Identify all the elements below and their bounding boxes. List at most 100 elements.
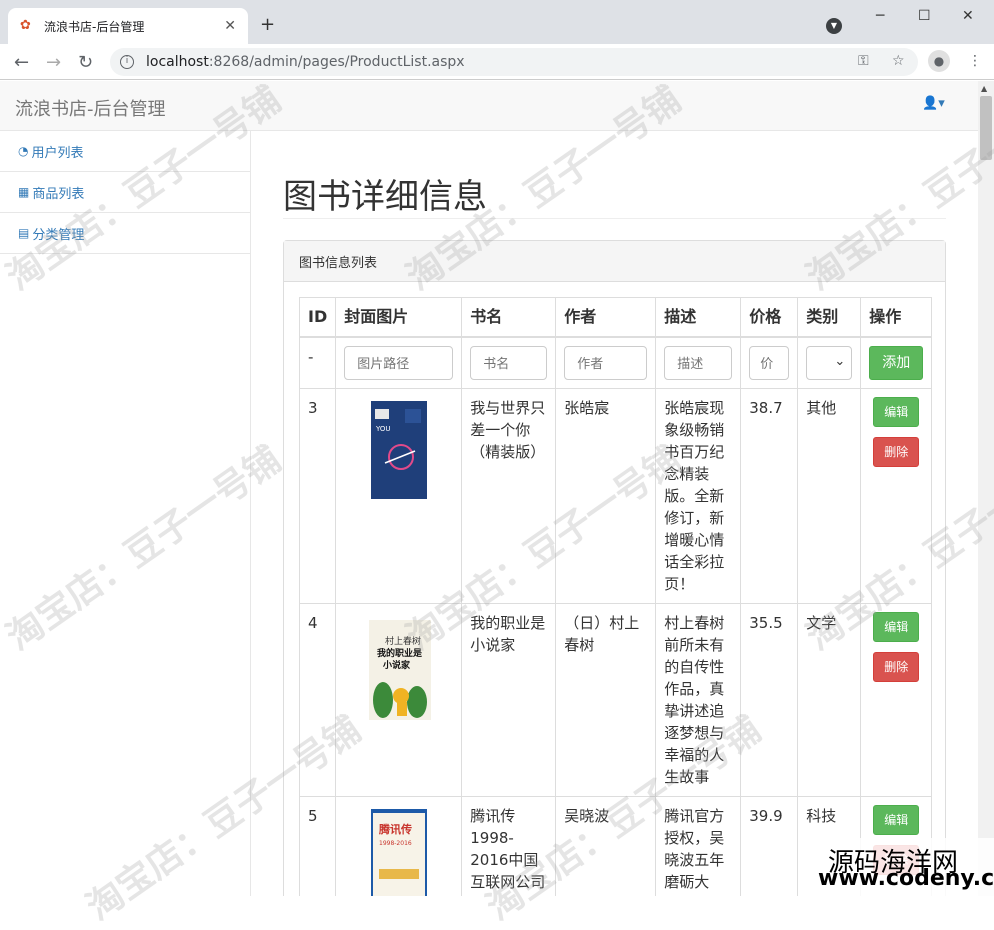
maximize-icon[interactable]: ☐ bbox=[918, 8, 931, 24]
browser-toolbar: ← → ↻ i localhost:8268/admin/pages/Produ… bbox=[0, 44, 994, 80]
browser-tabstrip: ✿ 流浪书店-后台管理 ✕ + ▼ ─ ☐ ✕ bbox=[0, 0, 994, 44]
book-list-panel: 图书信息列表 ID 封面图片 书名 作者 描述 价格 类别 操作 - 图片路径 … bbox=[283, 240, 946, 896]
site-info-icon[interactable]: i bbox=[120, 55, 134, 69]
new-row-id: - bbox=[298, 336, 337, 389]
sidebar-item-label: 商品列表 bbox=[32, 186, 85, 202]
book-cover-image: 腾讯传 1998-2016 bbox=[370, 809, 427, 896]
sidebar-item-users[interactable]: ◔ 用户列表 bbox=[0, 131, 250, 172]
column-header: 价格 bbox=[740, 297, 799, 338]
book-table: ID 封面图片 书名 作者 描述 价格 类别 操作 - 图片路径 书名 作者 描… bbox=[298, 297, 933, 896]
scroll-up-icon[interactable]: ▲ bbox=[981, 84, 987, 93]
column-header: 类别 bbox=[797, 297, 862, 338]
corner-watermark: 源码海洋网 www.codeny.com bbox=[812, 838, 994, 896]
svg-text:腾讯传: 腾讯传 bbox=[379, 822, 412, 836]
app-brand[interactable]: 流浪书店-后台管理 bbox=[15, 95, 166, 121]
favicon-icon: ✿ bbox=[20, 18, 31, 33]
new-tab-icon[interactable]: + bbox=[260, 14, 275, 35]
edit-button[interactable]: 编辑 bbox=[873, 805, 920, 835]
row-name: 我与世界只差一个你（精装版） bbox=[461, 388, 557, 604]
forward-icon[interactable]: → bbox=[46, 52, 61, 73]
row-id: 4 bbox=[298, 603, 337, 797]
edit-button[interactable]: 编辑 bbox=[873, 612, 920, 642]
svg-text:小说家: 小说家 bbox=[382, 659, 411, 671]
page-scrollbar[interactable] bbox=[978, 81, 994, 896]
sidebar-item-label: 用户列表 bbox=[31, 145, 84, 161]
sidebar-item-products[interactable]: ▦ 商品列表 bbox=[0, 172, 250, 213]
description-input[interactable] bbox=[664, 346, 733, 380]
close-tab-icon[interactable]: ✕ bbox=[224, 18, 236, 34]
row-author: 吴晓波 bbox=[555, 796, 657, 896]
table-icon: ▦ bbox=[18, 185, 30, 199]
panel-heading: 图书信息列表 bbox=[284, 241, 945, 282]
cover-cell: 腾讯传 1998-2016 bbox=[335, 796, 463, 896]
add-button[interactable]: 添加 bbox=[869, 346, 924, 380]
tab-title: 流浪书店-后台管理 bbox=[44, 19, 145, 34]
table-header-row: ID 封面图片 书名 作者 描述 价格 类别 操作 bbox=[298, 297, 933, 338]
svg-text:1998-2016: 1998-2016 bbox=[379, 840, 412, 847]
list-icon: ▤ bbox=[18, 226, 30, 240]
row-description: 村上春树前所未有的自传性作品，真挚讲述追逐梦想与幸福的人生故事 bbox=[655, 603, 742, 797]
main-content: 图书详细信息 图书信息列表 ID 封面图片 书名 作者 描述 价格 类别 操作 … bbox=[252, 131, 978, 896]
dashboard-icon: ◔ bbox=[18, 144, 29, 158]
row-category: 文学 bbox=[797, 603, 862, 797]
cover-cell: YOU bbox=[335, 388, 463, 604]
profile-avatar-icon[interactable]: ● bbox=[928, 50, 950, 72]
scrollbar-thumb[interactable] bbox=[980, 96, 992, 160]
category-select[interactable] bbox=[806, 346, 853, 380]
new-book-row: - 添加 bbox=[298, 336, 933, 389]
column-header: ID bbox=[298, 297, 337, 338]
delete-button[interactable]: 删除 bbox=[873, 437, 920, 467]
book-name-input[interactable] bbox=[470, 346, 548, 380]
delete-button[interactable]: 删除 bbox=[873, 652, 920, 682]
title-divider bbox=[283, 218, 946, 219]
sidebar: ◔ 用户列表 ▦ 商品列表 ▤ 分类管理 bbox=[0, 131, 251, 896]
address-bar[interactable]: i localhost:8268/admin/pages/ProductList… bbox=[110, 48, 918, 76]
row-description: 张皓宸现象级畅销书百万纪念精装版。全新修订，新增暖心情话全彩拉页！ bbox=[655, 388, 742, 604]
bookmark-star-icon[interactable]: ☆ bbox=[892, 53, 905, 69]
row-price: 39.9 bbox=[740, 796, 799, 896]
table-row: 3 YOU 我与世界只差一个你（精装版） 张皓宸 张皓宸现象级畅销书百万纪念精装… bbox=[298, 388, 933, 604]
browser-tab[interactable]: ✿ 流浪书店-后台管理 ✕ bbox=[8, 8, 248, 44]
reload-icon[interactable]: ↻ bbox=[78, 52, 93, 73]
row-description: 腾讯官方授权，吴晓波五年磨砺大 bbox=[655, 796, 742, 896]
book-cover-image: YOU bbox=[370, 401, 427, 499]
row-name: 腾讯传1998-2016中国互联网公司进 bbox=[461, 796, 557, 896]
row-id: 5 bbox=[298, 796, 337, 896]
key-icon[interactable]: ⚿ bbox=[858, 53, 869, 69]
column-header: 作者 bbox=[555, 297, 657, 338]
cover-cell: 村上春树 我的职业是 小说家 bbox=[335, 603, 463, 797]
row-category: 其他 bbox=[797, 388, 862, 604]
column-header: 书名 bbox=[461, 297, 557, 338]
table-row: 4 村上春树 我的职业是 小说家 我的职业是小说家 （日）村上春树 村上春树前所… bbox=[298, 603, 933, 797]
tab-search-icon[interactable]: ▼ bbox=[826, 18, 842, 34]
row-price: 38.7 bbox=[740, 388, 799, 604]
menu-kebab-icon[interactable]: ⋮ bbox=[968, 53, 982, 69]
author-input[interactable] bbox=[564, 346, 648, 380]
svg-text:我的职业是: 我的职业是 bbox=[377, 647, 423, 659]
column-header: 描述 bbox=[655, 297, 742, 338]
minimize-icon[interactable]: ─ bbox=[876, 8, 884, 24]
row-id: 3 bbox=[298, 388, 337, 604]
row-price: 35.5 bbox=[740, 603, 799, 797]
user-icon: 👤 bbox=[922, 96, 939, 111]
sidebar-item-categories[interactable]: ▤ 分类管理 bbox=[0, 213, 250, 254]
url-path: :8268/admin/pages/ProductList.aspx bbox=[208, 54, 465, 70]
user-dropdown[interactable]: 👤▾ bbox=[922, 96, 945, 111]
column-header: 封面图片 bbox=[335, 297, 463, 338]
row-name: 我的职业是小说家 bbox=[461, 603, 557, 797]
svg-text:YOU: YOU bbox=[375, 425, 391, 433]
page-title: 图书详细信息 bbox=[283, 177, 487, 217]
row-author: 张皓宸 bbox=[555, 388, 657, 604]
corner-watermark-url: www.codeny.com bbox=[818, 866, 994, 891]
close-window-icon[interactable]: ✕ bbox=[962, 8, 974, 24]
back-icon[interactable]: ← bbox=[14, 52, 29, 73]
app-navbar: 流浪书店-后台管理 👤▾ bbox=[0, 81, 978, 131]
book-cover-image: 村上春树 我的职业是 小说家 bbox=[344, 616, 453, 724]
svg-text:村上春树: 村上春树 bbox=[385, 635, 421, 647]
edit-button[interactable]: 编辑 bbox=[873, 397, 920, 427]
price-input[interactable] bbox=[749, 346, 790, 380]
row-author: （日）村上春树 bbox=[555, 603, 657, 797]
caret-down-icon: ▾ bbox=[938, 96, 945, 111]
image-path-input[interactable] bbox=[344, 346, 454, 380]
url-host: localhost bbox=[146, 54, 209, 70]
